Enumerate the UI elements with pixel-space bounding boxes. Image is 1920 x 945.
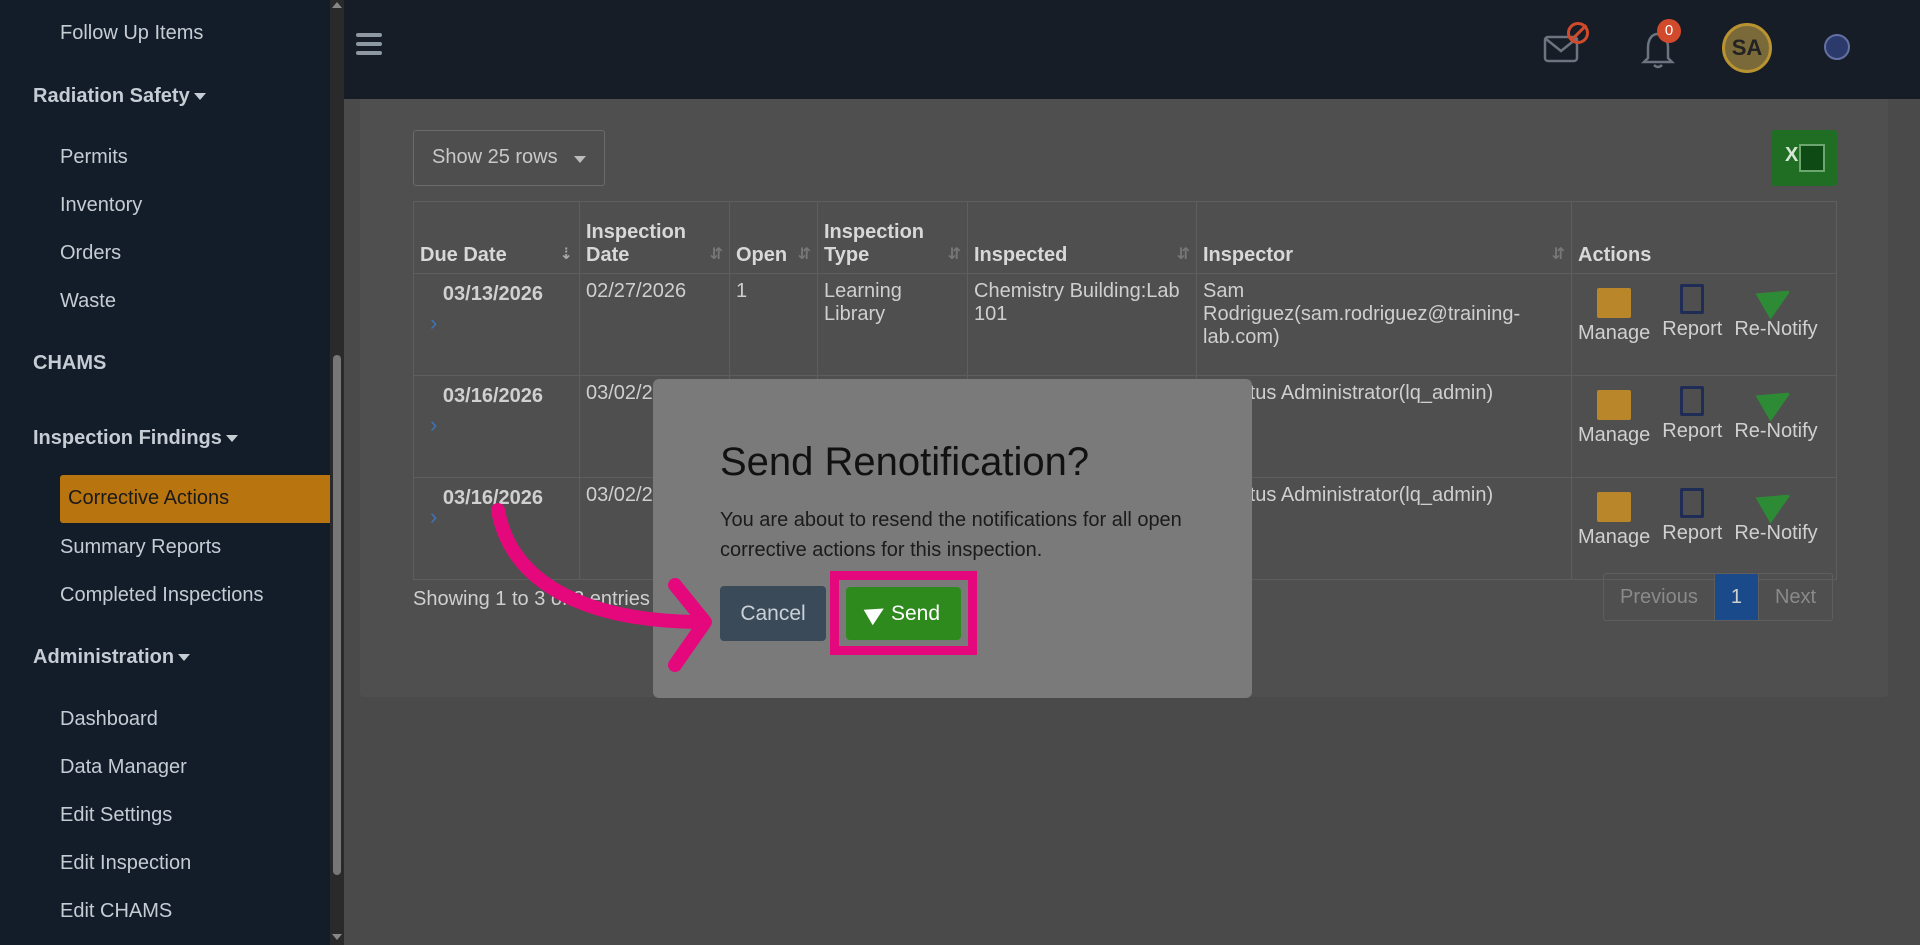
column-header-inspected[interactable]: Inspected ⇵ [967,201,1197,274]
paper-plane-icon [863,600,889,626]
inspector-cell: yStratus Administrator(lq_admin) [1196,375,1572,478]
sort-icon: ⇵ [709,246,723,263]
show-rows-label: Show 25 rows [432,146,558,168]
manage-button[interactable]: Manage [1578,484,1650,549]
sidebar-section-administration[interactable]: Administration [33,646,191,669]
renotify-button[interactable]: Re-Notify [1734,482,1818,549]
inspected-cell: Chemistry Building:Lab 101 [967,273,1197,376]
folder-icon [1597,390,1632,420]
inspection-type-cell: Learning Library [817,273,968,376]
sidebar-item-follow-up-items[interactable]: Follow Up Items [60,22,203,45]
sidebar-item-completed-inspections[interactable]: Completed Inspections [60,584,263,607]
spreadsheet-icon [1799,144,1825,172]
caret-down-icon [193,93,206,101]
paper-plane-icon [1755,278,1797,320]
report-button[interactable]: Report [1662,382,1722,447]
sort-icon: ⇵ [1551,246,1565,263]
folder-icon [1597,492,1632,522]
column-header-open[interactable]: Open ⇵ [729,201,818,274]
sidebar-section-label: Administration [33,646,175,668]
column-header-inspection-type[interactable]: Inspection Type ⇵ [817,201,968,274]
caret-down-icon [225,435,238,443]
column-header-inspection-date[interactable]: Inspection Date ⇵ [579,201,730,274]
org-logo-icon[interactable] [1824,34,1850,60]
sort-icon: ⇵ [797,246,811,263]
scroll-up-arrow-icon[interactable] [332,2,342,8]
report-button[interactable]: Report [1662,484,1722,549]
paper-plane-icon [1755,380,1797,422]
sidebar-item-edit-inspection[interactable]: Edit Inspection [60,852,191,875]
sidebar-scrollbar-thumb[interactable] [333,355,341,875]
user-avatar[interactable]: SA [1722,23,1772,73]
dialog-title: Send Renotification? [720,440,1090,484]
column-header-inspector[interactable]: Inspector ⇵ [1196,201,1572,274]
sidebar: Follow Up Items Radiation Safety Permits… [0,0,330,945]
send-button[interactable]: Send [846,587,961,640]
open-count-cell: 1 [729,273,818,376]
mail-disabled-badge-icon [1567,22,1589,44]
sidebar-item-permits[interactable]: Permits [60,146,128,169]
inspector-cell: yStratus Administrator(lq_admin) [1196,477,1572,580]
report-button[interactable]: Report [1662,280,1722,345]
hamburger-menu-icon[interactable] [356,33,382,55]
dropdown-caret-icon [574,156,586,163]
sidebar-item-data-manager[interactable]: Data Manager [60,756,187,779]
expand-row-chevron-icon[interactable]: › [430,504,437,530]
send-label: Send [890,602,941,625]
sidebar-item-dashboard[interactable]: Dashboard [60,708,158,731]
sort-icon: ⇵ [947,246,961,263]
sidebar-item-edit-settings[interactable]: Edit Settings [60,804,172,827]
sidebar-section-label: Radiation Safety [33,85,190,107]
show-rows-dropdown[interactable]: Show 25 rows [413,130,605,186]
report-icon [1680,386,1705,416]
sidebar-section-inspection-findings[interactable]: Inspection Findings [33,427,238,450]
inspection-date-cell: 02/27/2026 [579,273,730,376]
sidebar-item-inventory[interactable]: Inventory [60,194,142,217]
sidebar-section-radiation-safety[interactable]: Radiation Safety [33,85,206,108]
folder-icon [1597,288,1632,318]
sidebar-section-label: Inspection Findings [33,427,222,449]
sidebar-item-orders[interactable]: Orders [60,242,121,265]
sidebar-section-chams[interactable]: CHAMS [33,352,106,375]
sidebar-item-waste[interactable]: Waste [60,290,116,313]
notification-count-badge: 0 [1657,19,1681,43]
due-date-cell: 03/16/2026 [442,385,543,407]
renotify-button[interactable]: Re-Notify [1734,380,1818,447]
inspector-cell: Sam Rodriguez(sam.rodriguez@training-lab… [1196,273,1572,376]
report-icon [1680,488,1705,518]
annotation-arrow-icon [491,503,712,672]
expand-row-chevron-icon[interactable]: › [430,310,437,336]
table-row: › 03/13/2026 02/27/2026 1 Learning Libra… [413,273,1837,376]
sidebar-item-edit-chams[interactable]: Edit CHAMS [60,900,172,923]
top-bar [344,0,1920,99]
column-header-due-date[interactable]: Due Date ⇣ [413,201,580,274]
dialog-message: You are about to resend the notification… [720,509,1182,561]
renotify-button[interactable]: Re-Notify [1734,278,1818,345]
sort-active-icon: ⇣ [559,246,573,263]
excel-icon: X [1785,144,1799,166]
cancel-button[interactable]: Cancel [720,586,826,641]
paper-plane-icon [1755,482,1797,524]
caret-down-icon [178,654,191,662]
expand-row-chevron-icon[interactable]: › [430,412,437,438]
page-1-button[interactable]: 1 [1714,574,1759,620]
pagination: Previous 1 Next [1603,573,1834,621]
next-page-button[interactable]: Next [1759,574,1832,620]
previous-page-button[interactable]: Previous [1604,574,1715,620]
column-header-actions: Actions [1571,201,1837,274]
sidebar-item-corrective-actions[interactable]: Corrective Actions [60,475,330,523]
sidebar-item-summary-reports[interactable]: Summary Reports [60,536,221,559]
sort-icon: ⇵ [1176,246,1190,263]
report-icon [1680,284,1705,314]
due-date-cell: 03/13/2026 [442,283,543,305]
excel-export-button[interactable]: X [1771,130,1837,186]
scroll-down-arrow-icon[interactable] [332,934,342,940]
manage-button[interactable]: Manage [1578,382,1650,447]
manage-button[interactable]: Manage [1578,280,1650,345]
